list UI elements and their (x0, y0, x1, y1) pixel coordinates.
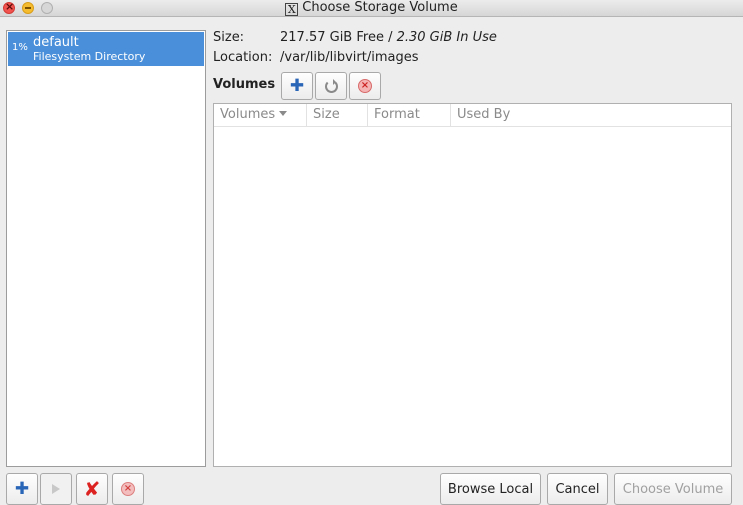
plus-icon: ✚ (289, 75, 305, 96)
location-value: /var/lib/libvirt/images (280, 50, 419, 65)
add-volume-button[interactable]: ✚ (281, 72, 313, 100)
add-pool-button[interactable]: ✚ (6, 473, 38, 505)
refresh-icon (324, 78, 338, 93)
size-label: Size: (213, 30, 245, 45)
column-header-format[interactable]: Format (368, 104, 451, 127)
stop-icon: × (121, 482, 135, 496)
x-icon: ✘ (83, 477, 101, 501)
pool-type: Filesystem Directory (33, 50, 146, 63)
window-title-wrap: X Choose Storage Volume (0, 0, 743, 17)
plus-icon: ✚ (14, 478, 30, 499)
pool-item-default[interactable]: 1% default Filesystem Directory (8, 32, 204, 66)
size-separator: / (383, 30, 397, 45)
x11-logo-icon: X (285, 3, 299, 16)
column-header-used-by[interactable]: Used By (451, 104, 731, 127)
delete-pool-button[interactable]: ✘ (76, 473, 108, 505)
cancel-button[interactable]: Cancel (547, 473, 608, 505)
free-space: 217.57 GiB Free (280, 30, 384, 45)
pool-usage: 1% (12, 42, 28, 53)
delete-volume-button[interactable]: × (349, 72, 381, 100)
storage-pool-list[interactable]: 1% default Filesystem Directory (6, 30, 206, 467)
volumes-heading: Volumes (213, 77, 276, 92)
stop-pool-button[interactable]: × (112, 473, 144, 505)
browse-local-button[interactable]: Browse Local (440, 473, 541, 505)
column-header-volumes[interactable]: Volumes (214, 104, 307, 127)
choose-volume-button[interactable]: Choose Volume (614, 473, 732, 505)
title-bar: XChoose Storage Volume (0, 0, 743, 17)
sort-descending-icon (279, 111, 288, 116)
size-value: 217.57 GiB Free / 2.30 GiB In Use (280, 30, 497, 45)
volume-table[interactable]: Volumes Size Format Used By (213, 103, 732, 467)
in-use-space: 2.30 GiB In Use (396, 30, 497, 45)
start-pool-button[interactable] (40, 473, 72, 505)
location-label: Location: (213, 50, 273, 65)
play-icon (52, 484, 60, 494)
volume-table-header: Volumes Size Format Used By (214, 104, 731, 127)
refresh-volumes-button[interactable] (315, 72, 347, 100)
stop-icon: × (358, 79, 372, 93)
column-header-size[interactable]: Size (307, 104, 368, 127)
pool-name: default (33, 35, 79, 50)
window-title: Choose Storage Volume (302, 0, 458, 15)
